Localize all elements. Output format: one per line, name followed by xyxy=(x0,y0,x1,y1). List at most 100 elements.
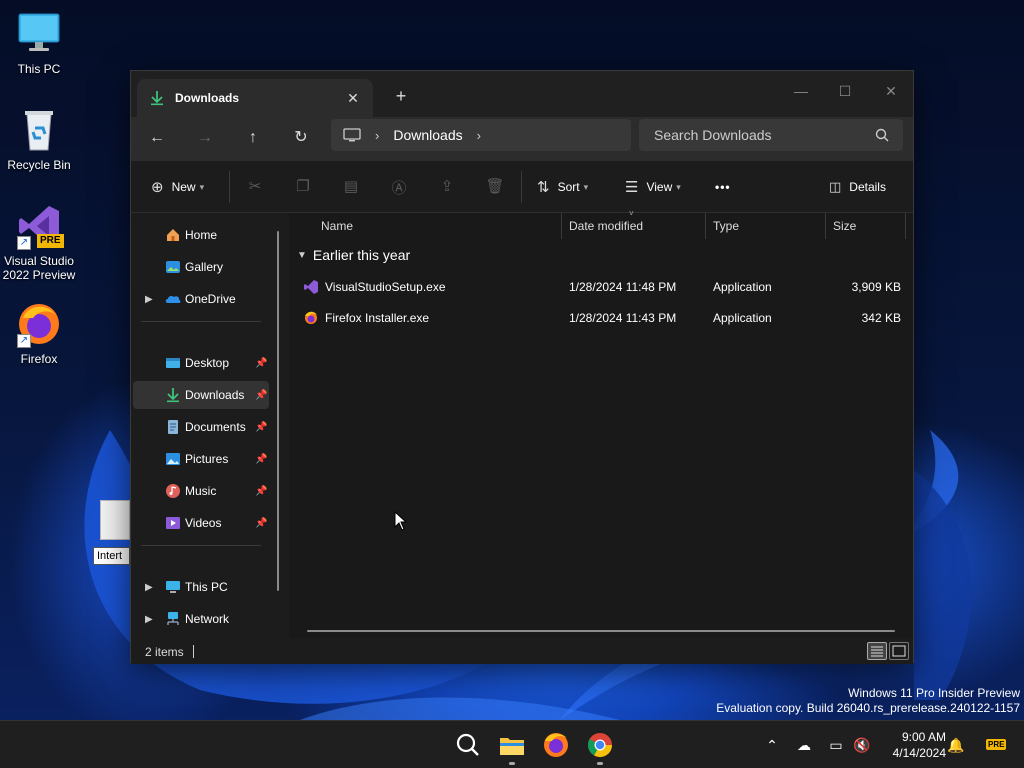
cut-icon[interactable]: ✂ xyxy=(245,177,265,197)
chevron-right-icon[interactable]: ▶ xyxy=(145,614,153,625)
tab-downloads[interactable]: Downloads ✕ xyxy=(137,79,373,117)
new-label: New xyxy=(171,180,196,194)
network-icon[interactable]: ▭ xyxy=(826,735,846,755)
sort-button[interactable]: ⇅ Sort ▾ xyxy=(537,175,588,199)
title-bar: Downloads ✕ + — ☐ ✕ xyxy=(131,71,913,117)
clock[interactable]: 9:00 AM 4/14/2024 xyxy=(880,729,946,761)
sidebar-item-home[interactable]: Home xyxy=(133,221,269,249)
sidebar-item-label: Gallery xyxy=(185,260,224,274)
search-box[interactable]: Search Downloads xyxy=(639,119,903,151)
sidebar-item-videos[interactable]: Videos 📌 xyxy=(133,509,269,537)
sidebar-item-this-pc[interactable]: ▶ This PC xyxy=(133,573,269,601)
sidebar-scrollbar[interactable] xyxy=(277,231,279,591)
column-header-date-modified[interactable]: Date modified xyxy=(563,213,707,239)
new-button[interactable]: ⊕ New ▾ xyxy=(151,175,204,199)
sidebar-item-desktop[interactable]: Desktop 📌 xyxy=(133,349,269,377)
divider xyxy=(229,171,230,203)
desktop-icon-visual-studio[interactable]: PRE ↗ Visual Studio 2022 Preview xyxy=(0,202,78,282)
breadcrumb-separator[interactable]: › xyxy=(375,128,379,143)
breadcrumb-separator[interactable]: › xyxy=(477,128,481,143)
refresh-button[interactable]: ↻ xyxy=(285,125,317,153)
horizontal-scrollbar[interactable] xyxy=(307,630,895,632)
paste-icon[interactable]: ▤ xyxy=(341,177,361,197)
file-row[interactable]: Firefox Installer.exe 1/28/2024 11:43 PM… xyxy=(303,304,903,332)
file-explorer-icon xyxy=(500,738,524,755)
sidebar-item-music[interactable]: Music 📌 xyxy=(133,477,269,505)
clock-time: 9:00 AM xyxy=(901,730,946,744)
sidebar-item-onedrive[interactable]: ▶ OneDrive xyxy=(133,285,269,313)
minimize-button[interactable]: — xyxy=(779,77,823,107)
rename-icon[interactable]: Ⓐ xyxy=(389,177,409,197)
copy-icon[interactable]: ❐ xyxy=(293,177,313,197)
file-row[interactable]: VisualStudioSetup.exe 1/28/2024 11:48 PM… xyxy=(303,273,903,301)
pin-icon[interactable]: 📌 xyxy=(255,486,267,497)
chevron-right-icon[interactable]: ▶ xyxy=(145,582,153,593)
column-divider[interactable] xyxy=(561,213,562,239)
group-header[interactable]: ▼ Earlier this year xyxy=(297,247,410,263)
column-divider[interactable] xyxy=(705,213,706,239)
maximize-button[interactable]: ☐ xyxy=(823,77,867,107)
sidebar-item-downloads[interactable]: Downloads 📌 xyxy=(133,381,269,409)
pin-icon[interactable]: 📌 xyxy=(255,422,267,433)
column-header-name[interactable]: Name xyxy=(315,213,561,239)
forward-button[interactable]: → xyxy=(189,125,221,153)
pin-icon[interactable]: 📌 xyxy=(255,518,267,529)
sidebar-item-network[interactable]: ▶ Network xyxy=(133,605,269,633)
videos-icon xyxy=(166,517,180,529)
pre-badge: PRE xyxy=(37,234,64,248)
search-input[interactable]: Search Downloads xyxy=(654,127,875,143)
share-icon[interactable]: ⇪ xyxy=(437,177,457,197)
visual-studio-icon: PRE ↗ xyxy=(15,202,64,250)
more-options-button[interactable]: ••• xyxy=(715,175,731,199)
running-indicator xyxy=(597,762,603,765)
delete-icon[interactable]: 🗑 xyxy=(485,177,505,197)
sidebar-item-gallery[interactable]: Gallery xyxy=(133,253,269,281)
pin-icon[interactable]: 📌 xyxy=(255,454,267,465)
breadcrumb-downloads[interactable]: Downloads xyxy=(393,127,462,143)
close-button[interactable]: ✕ xyxy=(869,77,913,107)
column-header-type[interactable]: Type xyxy=(707,213,827,239)
sidebar-item-pictures[interactable]: Pictures 📌 xyxy=(133,445,269,473)
details-pane-button[interactable]: ◫ Details xyxy=(829,175,886,199)
column-divider[interactable] xyxy=(905,213,906,239)
taskbar-chrome[interactable] xyxy=(584,729,616,765)
view-label: View xyxy=(646,180,673,194)
sidebar-item-documents[interactable]: Documents 📌 xyxy=(133,413,269,441)
address-bar[interactable]: › Downloads › xyxy=(331,119,631,151)
sidebar-item-label: This PC xyxy=(185,580,228,594)
tiles-view-toggle[interactable] xyxy=(889,642,909,660)
back-button[interactable]: ← xyxy=(141,125,173,153)
taskbar-search-button[interactable] xyxy=(452,729,484,761)
tab-close-icon[interactable]: ✕ xyxy=(343,88,363,108)
desktop-file-icon[interactable] xyxy=(100,500,130,540)
monitor-icon xyxy=(15,10,63,58)
up-button[interactable]: ↑ xyxy=(237,125,269,153)
notification-bell-icon[interactable]: 🔔 xyxy=(946,735,966,755)
onedrive-offline-icon[interactable]: ☁ xyxy=(794,735,814,755)
onedrive-icon xyxy=(165,295,181,303)
documents-icon xyxy=(168,420,178,434)
desktop-icon-recycle-bin[interactable]: Recycle Bin xyxy=(0,106,78,172)
desktop-icon-label: This PC xyxy=(17,62,61,76)
firefox-icon xyxy=(544,733,568,757)
shortcut-arrow-icon: ↗ xyxy=(17,334,31,348)
tab-label: Downloads xyxy=(175,91,240,105)
column-header-size[interactable]: Size xyxy=(827,213,907,239)
file-list: Name Date modified ˅ Type Size ▼ Earlier… xyxy=(289,209,913,638)
status-bar: 2 items xyxy=(131,638,913,664)
firefox-installer-icon xyxy=(305,311,317,324)
chevron-right-icon[interactable]: ▶ xyxy=(145,294,153,305)
rename-input[interactable]: Intert xyxy=(93,547,130,565)
desktop-icon-firefox[interactable]: ↗ Firefox xyxy=(0,300,78,366)
volume-muted-icon[interactable]: 🔇 xyxy=(852,735,872,755)
pin-icon[interactable]: 📌 xyxy=(255,390,267,401)
desktop-icon-this-pc[interactable]: This PC xyxy=(0,10,78,76)
taskbar-firefox[interactable] xyxy=(540,729,572,761)
column-divider[interactable] xyxy=(825,213,826,239)
view-button[interactable]: ☰ View ▾ xyxy=(625,175,681,199)
pin-icon[interactable]: 📌 xyxy=(255,358,267,369)
taskbar-file-explorer[interactable] xyxy=(496,729,528,765)
new-tab-button[interactable]: + xyxy=(389,85,413,109)
details-view-toggle[interactable] xyxy=(867,642,887,660)
show-hidden-icons-chevron-icon[interactable]: ⌃ xyxy=(762,735,782,755)
